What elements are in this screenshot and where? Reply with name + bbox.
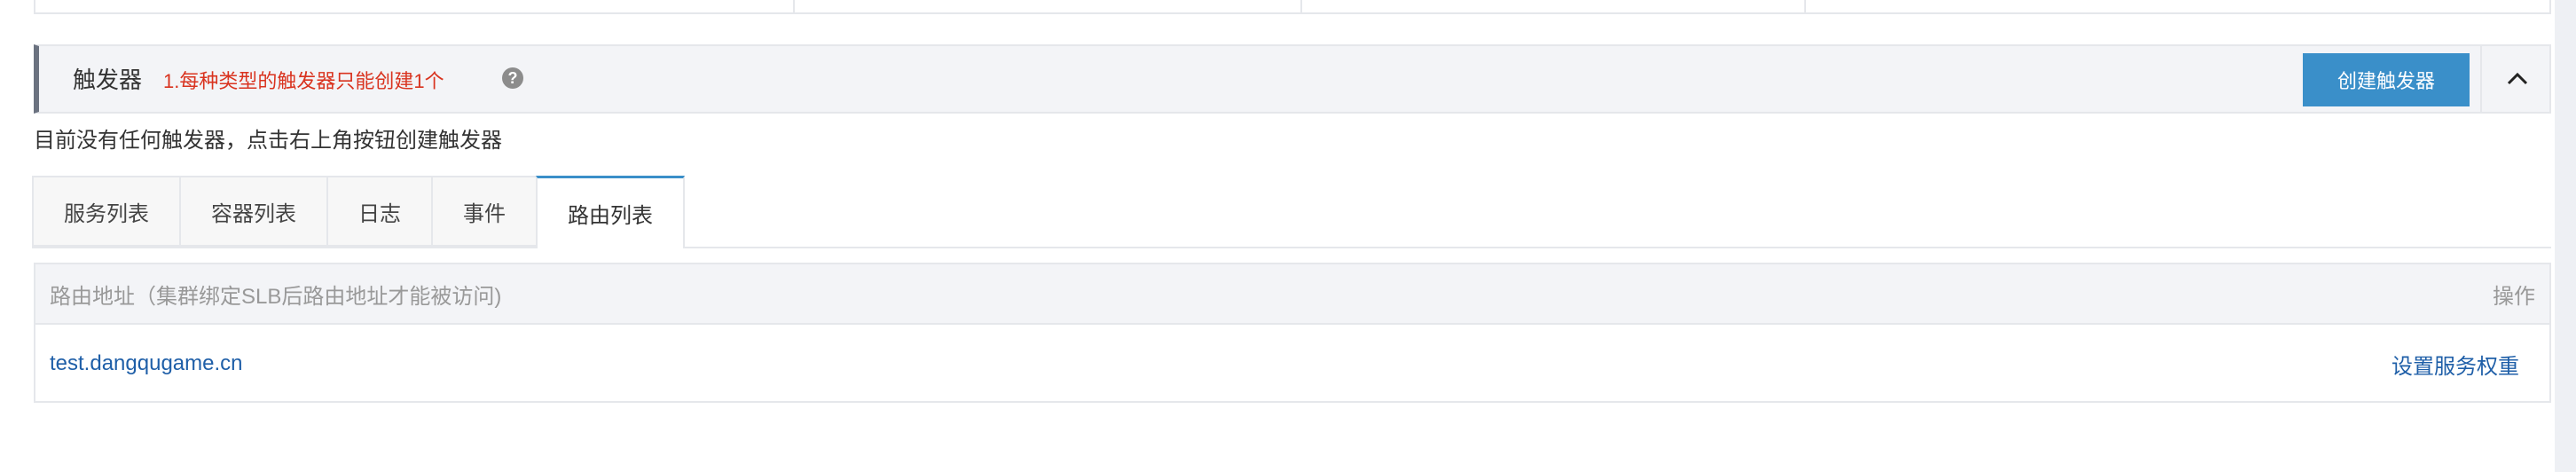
page-gutter xyxy=(2555,0,2576,472)
chevron-up-icon xyxy=(2507,72,2528,85)
empty-trigger-message: 目前没有任何触发器，点击右上角按钮创建触发器 xyxy=(34,129,502,153)
route-table: 路由地址（集群绑定SLB后路由地址才能被访问) 操作 test.dangquga… xyxy=(34,263,2551,403)
tab-service-list[interactable]: 服务列表 xyxy=(32,176,179,247)
collapse-button[interactable] xyxy=(2480,46,2553,112)
route-address-link[interactable]: test.dangqugame.cn xyxy=(50,351,243,376)
column-header-action: 操作 xyxy=(2493,284,2535,309)
trigger-panel: 触发器 1.每种类型的触发器只能创建1个 ? 创建触发器 xyxy=(34,44,2551,114)
table-row: test.dangqugame.cn 设置服务权重 xyxy=(35,325,2549,403)
help-icon[interactable]: ? xyxy=(502,67,523,89)
tab-bar: 服务列表 容器列表 日志 事件 路由列表 xyxy=(32,176,685,248)
table-cell xyxy=(795,0,1302,12)
create-trigger-button[interactable]: 创建触发器 xyxy=(2303,53,2470,106)
trigger-title: 触发器 xyxy=(73,67,143,93)
tab-route-list[interactable]: 路由列表 xyxy=(536,176,685,248)
tab-container-list[interactable]: 容器列表 xyxy=(179,176,326,247)
column-header-address: 路由地址（集群绑定SLB后路由地址才能被访问) xyxy=(50,284,502,309)
previous-table-bottom xyxy=(34,0,2551,14)
tab-logs[interactable]: 日志 xyxy=(326,176,431,247)
table-cell xyxy=(35,0,795,12)
table-cell xyxy=(1806,0,2551,12)
tab-events[interactable]: 事件 xyxy=(431,176,536,247)
set-service-weight-link[interactable]: 设置服务权重 xyxy=(2391,349,2519,380)
table-header: 路由地址（集群绑定SLB后路由地址才能被访问) 操作 xyxy=(35,264,2549,325)
table-cell xyxy=(1302,0,1806,12)
trigger-note: 1.每种类型的触发器只能创建1个 xyxy=(163,70,444,92)
